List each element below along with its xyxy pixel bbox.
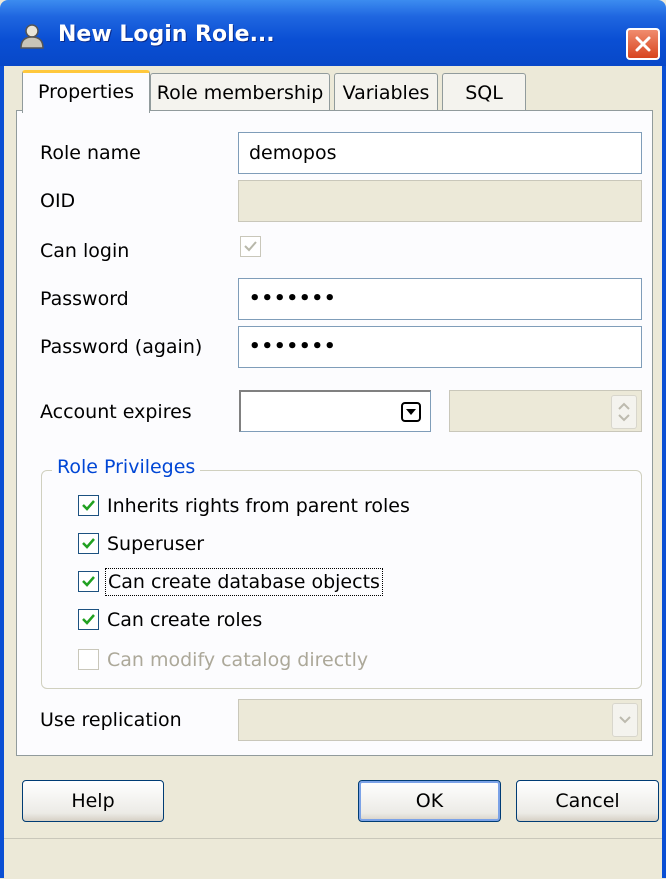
account-expires-date-picker[interactable] (239, 390, 431, 432)
modify-catalog-checkbox (78, 649, 99, 670)
checkmark-icon (244, 241, 257, 252)
use-replication-select (238, 699, 642, 741)
user-icon (18, 22, 46, 50)
close-button[interactable] (626, 28, 660, 60)
oid-label: OID (40, 190, 76, 212)
modify-catalog-label: Can modify catalog directly (107, 649, 369, 671)
time-spinner-buttons (611, 395, 637, 429)
date-dropdown-button[interactable] (401, 402, 421, 422)
checkmark-icon (82, 538, 95, 549)
create-roles-checkbox[interactable] (78, 609, 99, 630)
superuser-label[interactable]: Superuser (107, 532, 204, 556)
spinner-arrows-icon (618, 402, 630, 422)
account-expires-label: Account expires (40, 401, 192, 423)
password-again-label: Password (again) (40, 336, 203, 358)
oid-input (238, 180, 642, 222)
triangle-down-icon (406, 409, 416, 415)
role-name-input[interactable]: demopos (238, 132, 642, 174)
can-login-label: Can login (40, 240, 130, 262)
password-label: Password (40, 288, 129, 310)
use-replication-label: Use replication (40, 709, 182, 731)
help-button[interactable]: Help (22, 780, 164, 822)
can-login-checkbox[interactable] (240, 236, 261, 257)
password-input[interactable]: ••••••• (238, 278, 642, 320)
replication-dropdown-button (612, 703, 638, 737)
chevron-down-icon (619, 716, 631, 724)
tab-variables[interactable]: Variables (334, 73, 438, 111)
role-privileges-title: Role Privileges (52, 455, 201, 479)
window-title: New Login Role... (58, 22, 275, 47)
tab-sql[interactable]: SQL (442, 73, 526, 111)
checkmark-icon (82, 500, 95, 511)
status-bar (4, 838, 662, 879)
inherits-rights-label[interactable]: Inherits rights from parent roles (107, 494, 410, 518)
checkmark-icon (82, 576, 95, 587)
superuser-checkbox[interactable] (78, 533, 99, 554)
tab-properties[interactable]: Properties (22, 70, 150, 113)
cancel-button[interactable]: Cancel (516, 780, 659, 822)
create-roles-label[interactable]: Can create roles (107, 608, 262, 632)
inherits-rights-checkbox[interactable] (78, 495, 99, 516)
close-icon (635, 36, 651, 52)
account-expires-time-spinner (449, 390, 642, 432)
create-db-objects-checkbox[interactable] (78, 571, 99, 592)
tab-role-membership[interactable]: Role membership (150, 73, 330, 111)
password-again-input[interactable]: ••••••• (238, 326, 642, 368)
ok-button[interactable]: OK (358, 780, 501, 822)
checkmark-icon (82, 614, 95, 625)
role-name-label: Role name (40, 142, 141, 164)
title-bar[interactable]: New Login Role... (0, 0, 666, 66)
create-db-objects-label[interactable]: Can create database objects (105, 568, 383, 596)
